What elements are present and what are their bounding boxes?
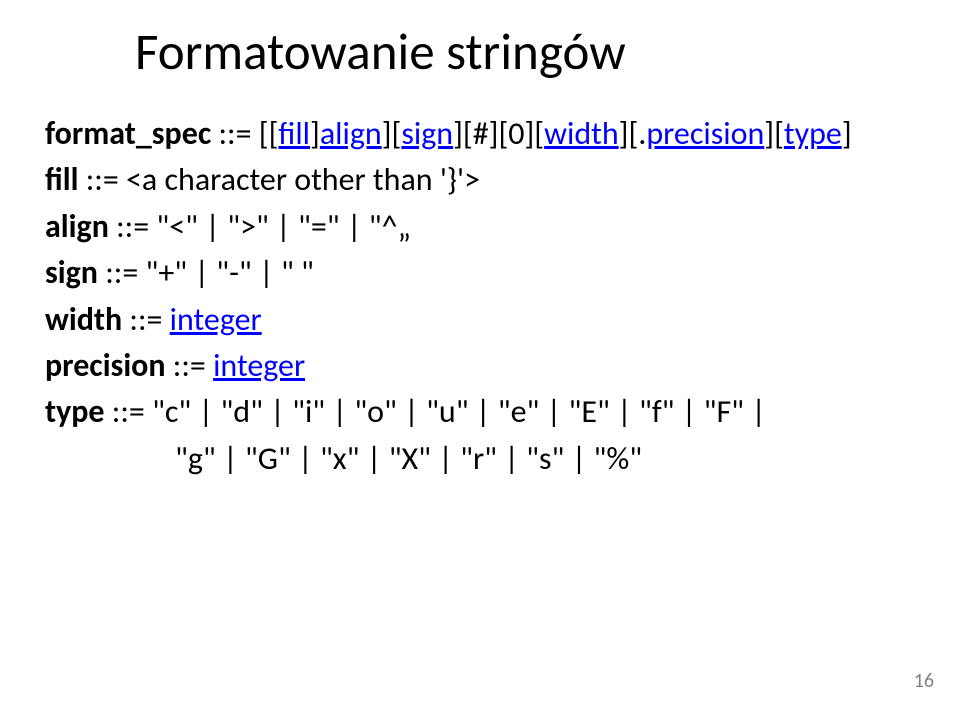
page-number: 16 xyxy=(914,669,934,693)
slide-container: Formatowanie stringów format_spec ::= [[… xyxy=(0,0,960,482)
precision-label: precision xyxy=(45,346,166,385)
format-spec-mid2: ][#][0][ xyxy=(453,114,544,153)
slide-title: Formatowanie stringów xyxy=(45,20,915,83)
format-spec-close1: ] xyxy=(310,114,320,153)
format-spec-close2: ] xyxy=(842,114,852,153)
precision-integer-link[interactable]: integer xyxy=(213,346,305,385)
precision-def: ::= xyxy=(166,346,214,385)
format-spec-mid1: ][ xyxy=(382,114,402,153)
rule-sign: sign ::= "+" | "-" | " " xyxy=(45,250,915,296)
width-integer-link[interactable]: integer xyxy=(170,300,262,339)
rule-type-line2: "g" | "G" | "x" | "X" | "r" | "s" | "%" xyxy=(45,436,915,482)
format-spec-mid4: ][ xyxy=(764,114,784,153)
format-spec-align-link[interactable]: align xyxy=(320,114,382,153)
format-spec-def: ::= [[ xyxy=(218,114,278,153)
type-def-line1: ::= "c" | "d" | "i" | "o" | "u" | "e" | … xyxy=(105,392,766,431)
format-spec-label: format_spec xyxy=(45,114,211,153)
rule-fill: fill ::= <a character other than '}'> xyxy=(45,157,915,203)
format-spec-type-link[interactable]: type xyxy=(784,114,842,153)
format-spec-precision-link[interactable]: precision xyxy=(646,114,764,153)
rule-width: width ::= integer xyxy=(45,297,915,343)
slide-content: format_spec ::= [[fill]align][sign][#][0… xyxy=(45,111,915,482)
rule-type-line1: type ::= "c" | "d" | "i" | "o" | "u" | "… xyxy=(45,389,915,435)
type-label: type xyxy=(45,392,105,431)
rule-format-spec: format_spec ::= [[fill]align][sign][#][0… xyxy=(45,111,915,157)
width-def: ::= xyxy=(122,300,170,339)
align-def: ::= "<" | ">" | "=" | "^„ xyxy=(109,207,411,246)
fill-def: ::= <a character other than '}'> xyxy=(78,160,480,199)
width-label: width xyxy=(45,300,122,339)
sign-def: ::= "+" | "-" | " " xyxy=(98,253,314,292)
format-spec-width-link[interactable]: width xyxy=(544,114,619,153)
format-spec-sign-link[interactable]: sign xyxy=(401,114,453,153)
format-spec-mid3: ][. xyxy=(619,114,647,153)
rule-precision: precision ::= integer xyxy=(45,343,915,389)
format-spec-fill-link[interactable]: fill xyxy=(278,114,310,153)
rule-align: align ::= "<" | ">" | "=" | "^„ xyxy=(45,204,915,250)
type-def-line2: "g" | "G" | "x" | "X" | "r" | "s" | "%" xyxy=(175,439,642,478)
sign-label: sign xyxy=(45,253,98,292)
align-label: align xyxy=(45,207,109,246)
fill-label: fill xyxy=(45,160,78,199)
